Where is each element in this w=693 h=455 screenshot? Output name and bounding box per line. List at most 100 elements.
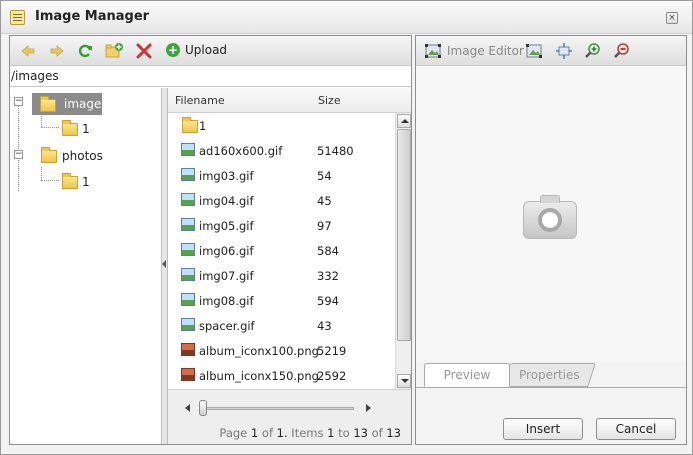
camera-placeholder-icon <box>523 195 577 239</box>
table-row[interactable]: 1 <box>168 113 395 138</box>
file-name: 1 <box>199 119 207 133</box>
image-file-icon <box>181 368 195 381</box>
pager-prev-icon[interactable] <box>185 404 190 412</box>
tab-preview[interactable]: Preview <box>424 363 510 387</box>
image-editor-icon[interactable] <box>425 43 441 59</box>
grid-body: 1 ad160x600.gif 51480 img03.gif 54 img04… <box>168 113 395 389</box>
file-size: 97 <box>317 219 332 233</box>
back-icon[interactable] <box>19 42 37 60</box>
image-manager-dialog: Image Manager × + Upload /images − image… <box>0 0 693 455</box>
image-file-icon <box>181 343 195 356</box>
preview-tabs: Properties Preview <box>416 361 686 387</box>
image-file-icon <box>181 268 195 281</box>
image-file-icon <box>181 168 195 181</box>
fit-image-icon[interactable] <box>526 43 542 59</box>
image-file-icon <box>181 318 195 331</box>
tree-connector <box>41 180 59 181</box>
new-folder-icon[interactable] <box>105 42 123 60</box>
scroll-thumb[interactable] <box>397 129 411 341</box>
image-editor-label[interactable]: Image Editor <box>447 44 524 58</box>
tree-expander-images[interactable]: − <box>14 97 23 106</box>
column-header-size[interactable]: Size <box>318 94 341 107</box>
delete-icon[interactable] <box>135 42 153 60</box>
tree-connector <box>41 167 42 180</box>
pager-slider-thumb[interactable] <box>199 400 207 416</box>
tab-properties[interactable]: Properties <box>502 363 596 387</box>
file-size: 2592 <box>317 369 347 383</box>
grid-header: Filename Size <box>168 88 411 113</box>
forward-icon[interactable] <box>48 42 66 60</box>
pager-summary: Page 1 of 1. Items 1 to 13 of 13 <box>219 426 401 440</box>
tree-node-images[interactable]: images <box>32 93 108 115</box>
title-bar: Image Manager × <box>1 1 692 34</box>
cancel-button[interactable]: Cancel <box>596 418 676 440</box>
file-name: img04.gif <box>199 194 254 208</box>
table-row[interactable]: img08.gif 594 <box>168 288 395 313</box>
tree-label-images: images <box>64 97 108 111</box>
tree-label-photos: photos <box>62 149 103 163</box>
vertical-scrollbar[interactable] <box>395 113 411 389</box>
editor-toolbar: Image Editor <box>416 36 686 66</box>
file-size: 43 <box>317 319 332 333</box>
pager-slider-track[interactable] <box>202 407 354 410</box>
file-name: album_iconx100.png <box>199 344 319 358</box>
insert-button[interactable]: Insert <box>503 418 583 440</box>
image-preview-panel: Image Editor Properties Preview Insert C… <box>415 35 687 445</box>
file-grid: Filename Size 1 ad160x600.gif 51480 img0… <box>168 88 411 444</box>
file-name: ad160x600.gif <box>199 144 283 158</box>
table-row[interactable]: img06.gif 584 <box>168 238 395 263</box>
table-row[interactable]: img04.gif 45 <box>168 188 395 213</box>
file-toolbar: + Upload <box>10 36 411 66</box>
tree-connector <box>41 127 59 128</box>
image-file-icon <box>181 193 195 206</box>
folder-icon <box>41 147 57 163</box>
tree-expander-photos[interactable]: − <box>14 150 23 159</box>
file-size: 51480 <box>317 144 354 158</box>
zoom-out-icon[interactable] <box>614 43 630 59</box>
scroll-up-icon[interactable] <box>397 114 411 128</box>
image-file-icon <box>181 293 195 306</box>
collapse-arrow-icon[interactable] <box>162 260 166 268</box>
column-header-filename[interactable]: Filename <box>175 94 225 107</box>
image-file-icon <box>181 143 195 156</box>
folder-icon <box>40 96 56 112</box>
table-row[interactable]: ad160x600.gif 51480 <box>168 138 395 163</box>
file-name: album_iconx150.png <box>199 369 319 383</box>
folder-icon <box>62 120 78 136</box>
file-size: 594 <box>317 294 339 308</box>
table-row[interactable]: album_iconx100.png 5219 <box>168 338 395 363</box>
dialog-title: Image Manager <box>35 9 150 24</box>
zoom-in-icon[interactable] <box>585 43 601 59</box>
path-field[interactable]: /images <box>10 67 411 87</box>
file-size: 332 <box>317 269 339 283</box>
folder-icon <box>182 117 198 133</box>
current-path: /images <box>11 69 59 83</box>
table-row[interactable]: img07.gif 332 <box>168 263 395 288</box>
pager: Page 1 of 1. Items 1 to 13 of 13 <box>168 389 411 444</box>
actual-size-icon[interactable] <box>556 43 572 59</box>
file-name: img07.gif <box>199 269 254 283</box>
upload-icon: + <box>166 43 180 57</box>
upload-label: Upload <box>185 43 228 57</box>
file-name: img03.gif <box>199 169 254 183</box>
table-row[interactable]: img05.gif 97 <box>168 213 395 238</box>
file-name: img08.gif <box>199 294 254 308</box>
table-row[interactable]: spacer.gif 43 <box>168 313 395 338</box>
pager-next-icon[interactable] <box>366 404 371 412</box>
close-button[interactable]: × <box>666 12 678 24</box>
folder-icon <box>62 173 78 189</box>
tree-label-photos-1: 1 <box>82 175 90 189</box>
file-size: 5219 <box>317 344 347 358</box>
file-name: img05.gif <box>199 219 254 233</box>
refresh-icon[interactable] <box>76 42 94 60</box>
file-browser-panel: + Upload /images − images 1 − photos 1 F… <box>9 35 412 445</box>
folder-tree: − images 1 − photos 1 <box>10 88 162 444</box>
image-file-icon <box>181 218 195 231</box>
image-file-icon <box>181 243 195 256</box>
file-size: 54 <box>317 169 332 183</box>
table-row[interactable]: img03.gif 54 <box>168 163 395 188</box>
file-size: 45 <box>317 194 332 208</box>
tree-label-images-1: 1 <box>82 122 90 136</box>
scroll-down-icon[interactable] <box>397 374 411 388</box>
table-row[interactable]: album_iconx150.png 2592 <box>168 363 395 388</box>
